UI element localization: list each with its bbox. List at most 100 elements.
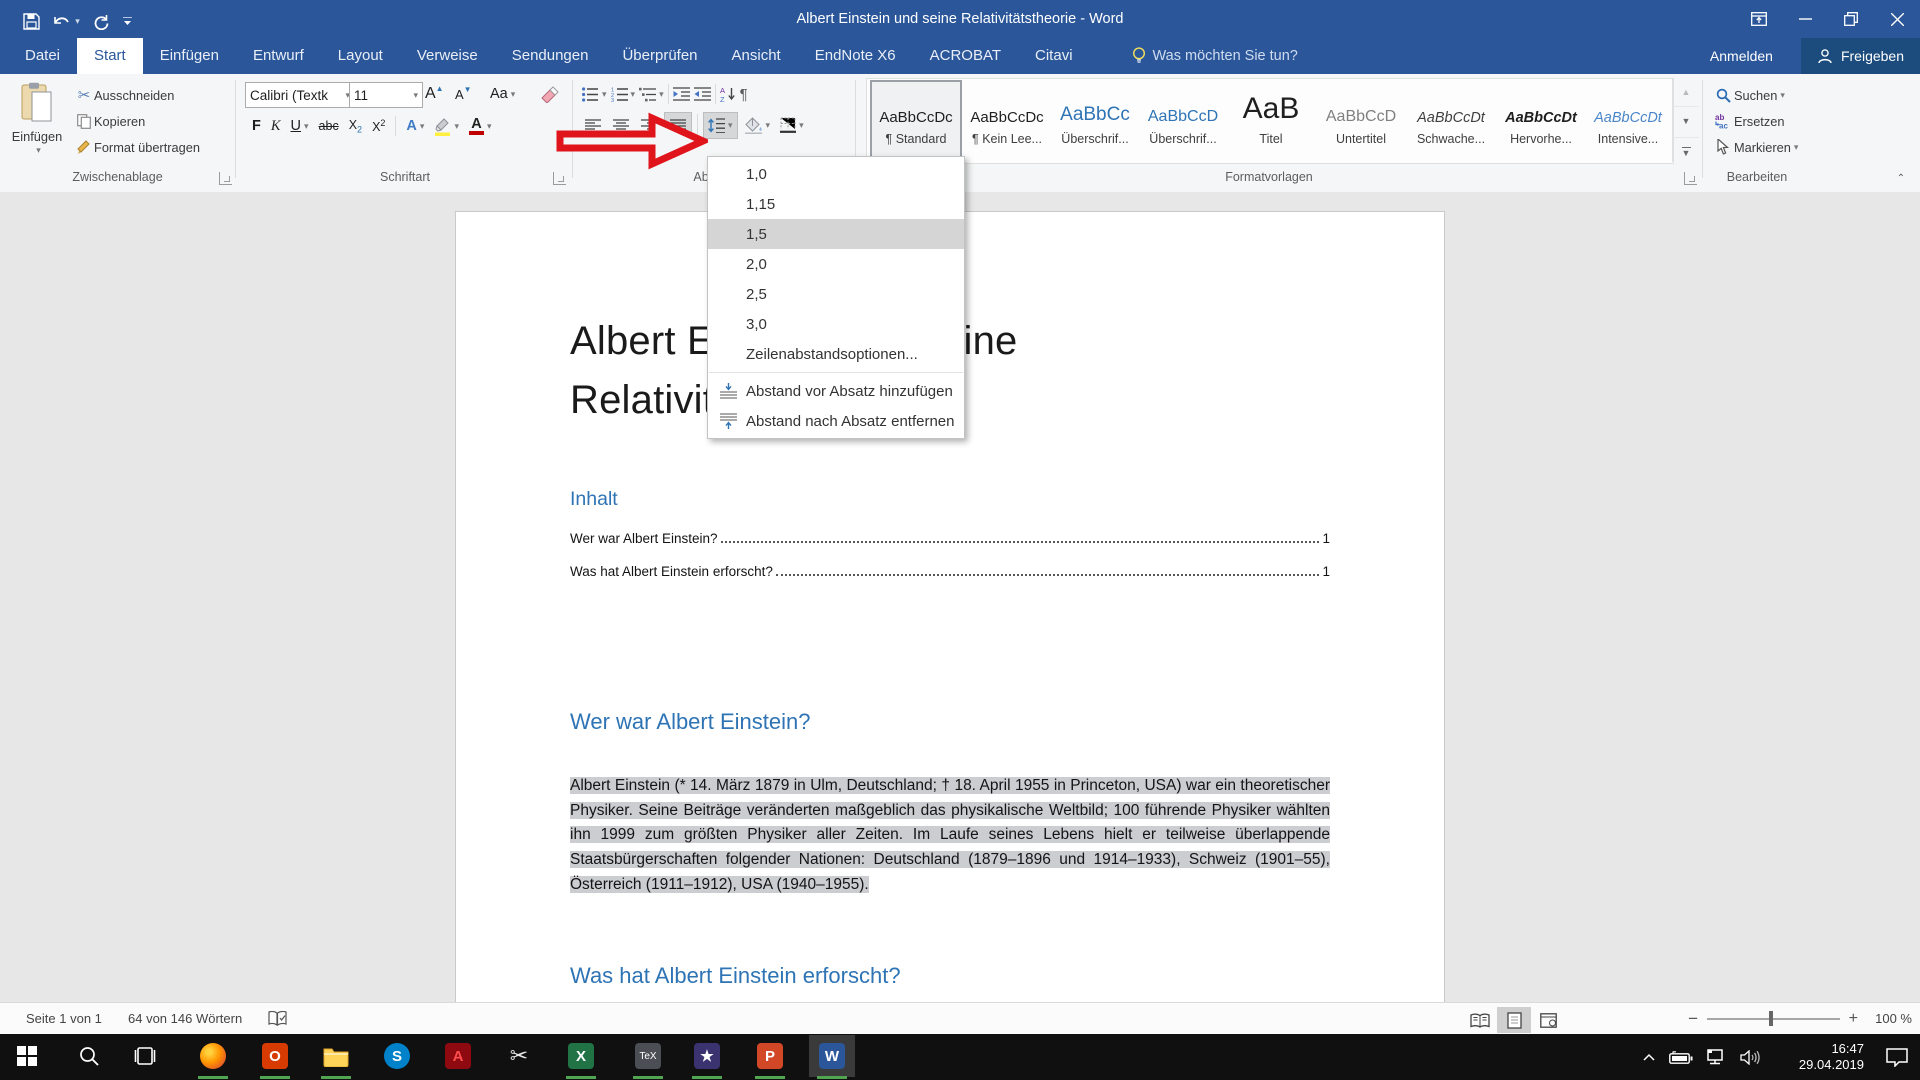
tab-ansicht[interactable]: Ansicht [715, 38, 798, 74]
select-button[interactable]: Markieren▾ [1712, 136, 1798, 158]
zoom-in-button[interactable]: + [1849, 1003, 1858, 1034]
selected-paragraph[interactable]: Albert Einstein (* 14. März 1879 in Ulm,… [570, 774, 1330, 898]
outlook-icon[interactable]: O [252, 1035, 298, 1077]
style-standard[interactable]: AaBbCcDc ¶ Standard [870, 80, 962, 160]
excel-icon[interactable]: X [558, 1035, 604, 1077]
word-count[interactable]: 64 von 146 Wörtern [128, 1003, 242, 1034]
underline-button[interactable]: U▾ [291, 118, 309, 134]
word-icon[interactable]: W [809, 1035, 855, 1077]
task-view-icon[interactable] [122, 1035, 168, 1077]
change-case-button[interactable]: Aa▾ [490, 82, 515, 106]
shading-button[interactable]: ▾ [740, 113, 775, 138]
styles-scroll-up-icon[interactable]: ▲ [1673, 78, 1699, 106]
styles-dialog-launcher[interactable] [1684, 172, 1697, 185]
tab-einfuegen[interactable]: Einfügen [143, 38, 236, 74]
decrease-indent-button[interactable] [673, 87, 690, 102]
toc-entry[interactable]: Wer war Albert Einstein? 1 [570, 526, 1330, 546]
powerpoint-icon[interactable]: P [747, 1035, 793, 1077]
styles-scroll-down-icon[interactable]: ▼ [1673, 106, 1699, 135]
read-mode-icon[interactable] [1463, 1007, 1497, 1033]
style-ueberschrift1[interactable]: AaBbCc Überschrif... [1051, 82, 1139, 156]
zoom-out-button[interactable]: − [1688, 1003, 1698, 1034]
tab-layout[interactable]: Layout [321, 38, 400, 74]
menu-item-spacing-1-5[interactable]: 1,5 [708, 219, 964, 249]
zoom-slider-thumb[interactable] [1769, 1011, 1773, 1026]
borders-button[interactable]: ▾ [776, 113, 808, 138]
file-explorer-icon[interactable] [313, 1035, 359, 1077]
skype-icon[interactable]: S [374, 1035, 420, 1077]
menu-item-spacing-2-5[interactable]: 2,5 [708, 279, 964, 309]
style-ueberschrift2[interactable]: AaBbCcD Überschrif... [1139, 82, 1227, 156]
grow-font-button[interactable]: A▲ [425, 82, 444, 106]
italic-button[interactable]: K [271, 118, 281, 135]
restore-icon[interactable] [1828, 0, 1874, 38]
increase-indent-button[interactable] [694, 87, 711, 102]
font-color-button[interactable]: A ▾ [469, 117, 492, 135]
star-app-icon[interactable]: ★ [684, 1035, 730, 1077]
menu-item-line-spacing-options[interactable]: Zeilenabstandsoptionen... [708, 339, 964, 369]
multilevel-list-button[interactable]: ▾ [639, 87, 664, 102]
style-kein-leerraum[interactable]: AaBbCcDc ¶ Kein Lee... [963, 82, 1051, 156]
start-button[interactable] [4, 1035, 50, 1077]
style-schwache-hervorhebung[interactable]: AaBbCcDt Schwache... [1407, 82, 1495, 156]
superscript-button[interactable]: X2 [372, 118, 385, 134]
bullet-list-button[interactable]: ▾ [582, 87, 607, 102]
web-layout-icon[interactable] [1531, 1007, 1565, 1033]
strikethrough-button[interactable]: abc [319, 119, 339, 133]
show-paragraph-marks-button[interactable]: ¶ [740, 86, 748, 103]
toc-entry[interactable]: Was hat Albert Einstein erforscht? 1 [570, 559, 1330, 579]
bold-button[interactable]: F [252, 118, 261, 134]
cut-button[interactable]: ✂ Ausschneiden [74, 84, 174, 106]
shrink-font-button[interactable]: A▼ [455, 82, 472, 106]
menu-item-spacing-1-15[interactable]: 1,15 [708, 189, 964, 219]
tab-endnote[interactable]: EndNote X6 [798, 38, 913, 74]
font-name-combobox[interactable]: Calibri (Textk▾ [245, 82, 355, 108]
ribbon-display-options-icon[interactable] [1736, 0, 1782, 38]
sign-in-link[interactable]: Anmelden [1710, 48, 1773, 64]
styles-gallery-more-icon[interactable]: ▼ [1673, 137, 1699, 164]
clear-formatting-button[interactable] [538, 84, 562, 104]
numbered-list-button[interactable]: 123 ▾ [611, 87, 636, 102]
paste-button[interactable]: Einfügen ▾ [8, 80, 66, 172]
print-layout-icon[interactable] [1497, 1007, 1531, 1033]
tab-acrobat[interactable]: ACROBAT [913, 38, 1018, 74]
adobe-reader-icon[interactable]: A [435, 1035, 481, 1077]
copy-button[interactable]: Kopieren [74, 110, 145, 132]
texworks-icon[interactable]: TeX [625, 1035, 671, 1077]
menu-item-spacing-2-0[interactable]: 2,0 [708, 249, 964, 279]
subscript-button[interactable]: X2 [349, 118, 362, 135]
tab-start[interactable]: Start [77, 38, 143, 74]
tray-chevron-icon[interactable] [1634, 1053, 1664, 1061]
line-spacing-button[interactable]: ▾ [703, 112, 738, 139]
font-dialog-launcher[interactable] [553, 172, 566, 185]
tab-verweise[interactable]: Verweise [400, 38, 495, 74]
style-intensive-hervorhebung[interactable]: AaBbCcDt Intensive... [1587, 82, 1669, 156]
text-effects-button[interactable]: A▾ [406, 118, 424, 134]
page-indicator[interactable]: Seite 1 von 1 [26, 1003, 102, 1034]
snipping-tool-icon[interactable]: ✂ [496, 1035, 542, 1077]
zoom-level[interactable]: 100 % [1875, 1003, 1912, 1034]
collapse-ribbon-icon[interactable]: ⌃ [1890, 170, 1912, 186]
clock[interactable]: 16:47 29.04.2019 [1778, 1041, 1864, 1073]
zoom-slider[interactable] [1707, 1003, 1840, 1034]
speaker-icon[interactable] [1732, 1050, 1768, 1065]
style-hervorhebung[interactable]: AaBbCcDt Hervorhe... [1497, 82, 1585, 156]
sort-button[interactable]: AZ [720, 86, 736, 102]
replace-button[interactable]: abac Ersetzen [1712, 110, 1785, 132]
highlight-button[interactable]: ▾ [434, 117, 459, 136]
menu-item-spacing-1-0[interactable]: 1,0 [708, 159, 964, 189]
find-button[interactable]: Suchen▾ [1712, 84, 1785, 106]
menu-item-remove-space-after[interactable]: Abstand nach Absatz entfernen [708, 406, 964, 436]
tab-sendungen[interactable]: Sendungen [495, 38, 606, 74]
tell-me-box[interactable]: Was möchten Sie tun? [1132, 47, 1298, 65]
action-center-icon[interactable] [1874, 1048, 1920, 1067]
tab-citavi[interactable]: Citavi [1018, 38, 1090, 74]
menu-item-spacing-3-0[interactable]: 3,0 [708, 309, 964, 339]
close-icon[interactable] [1874, 0, 1920, 38]
format-painter-button[interactable]: Format übertragen [74, 136, 200, 158]
clipboard-dialog-launcher[interactable] [219, 172, 232, 185]
battery-icon[interactable] [1664, 1051, 1698, 1064]
proofing-book-icon[interactable] [268, 1003, 287, 1034]
search-icon[interactable] [66, 1035, 112, 1077]
network-icon[interactable] [1698, 1049, 1732, 1066]
